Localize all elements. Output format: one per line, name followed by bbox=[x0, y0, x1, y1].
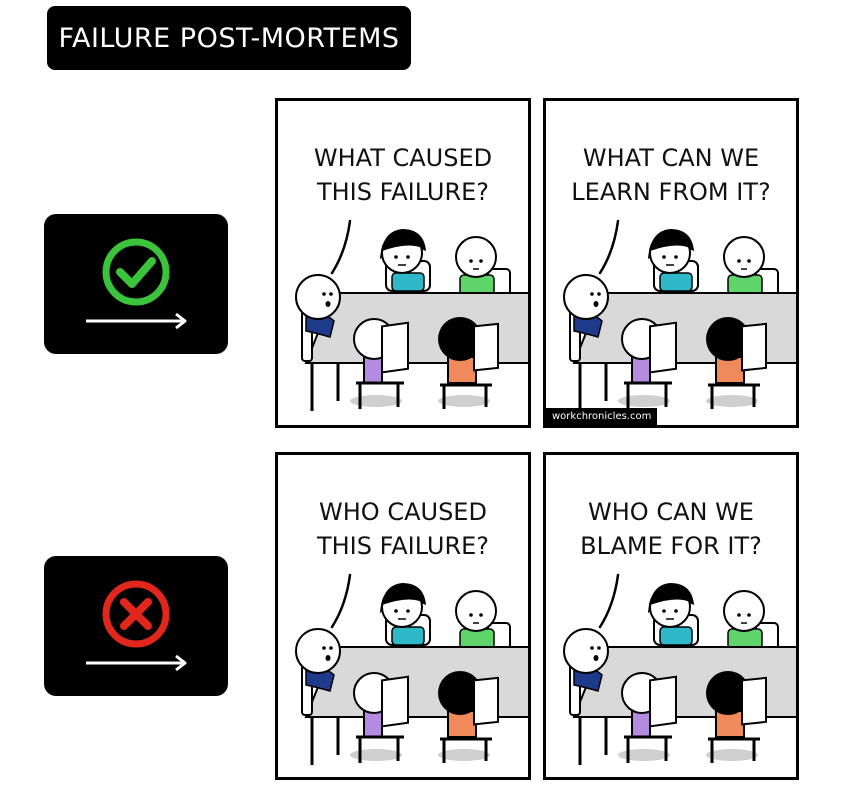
arrow-right-icon bbox=[86, 654, 187, 672]
cross-circle-icon bbox=[102, 580, 170, 648]
check-circle-icon bbox=[102, 238, 170, 306]
meeting-scene bbox=[295, 219, 528, 411]
meeting-scene bbox=[295, 573, 528, 765]
comic-panel-2: WHAT CAN WE LEARN FROM IT? workchronicle… bbox=[543, 98, 799, 428]
comic-panel-3: WHO CAUSED THIS FAILURE? bbox=[275, 452, 531, 780]
meeting-scene bbox=[563, 219, 796, 411]
arrow-right-icon bbox=[86, 312, 187, 330]
good-example-badge bbox=[44, 214, 228, 354]
comic-panel-1: WHAT CAUSED THIS FAILURE? bbox=[275, 98, 531, 428]
bad-example-badge bbox=[44, 556, 228, 696]
meeting-scene bbox=[563, 573, 796, 765]
credit-label: workchronicles.com bbox=[546, 408, 658, 425]
page-title: FAILURE POST-MORTEMS bbox=[47, 6, 411, 70]
comic-panel-4: WHO CAN WE BLAME FOR IT? bbox=[543, 452, 799, 780]
